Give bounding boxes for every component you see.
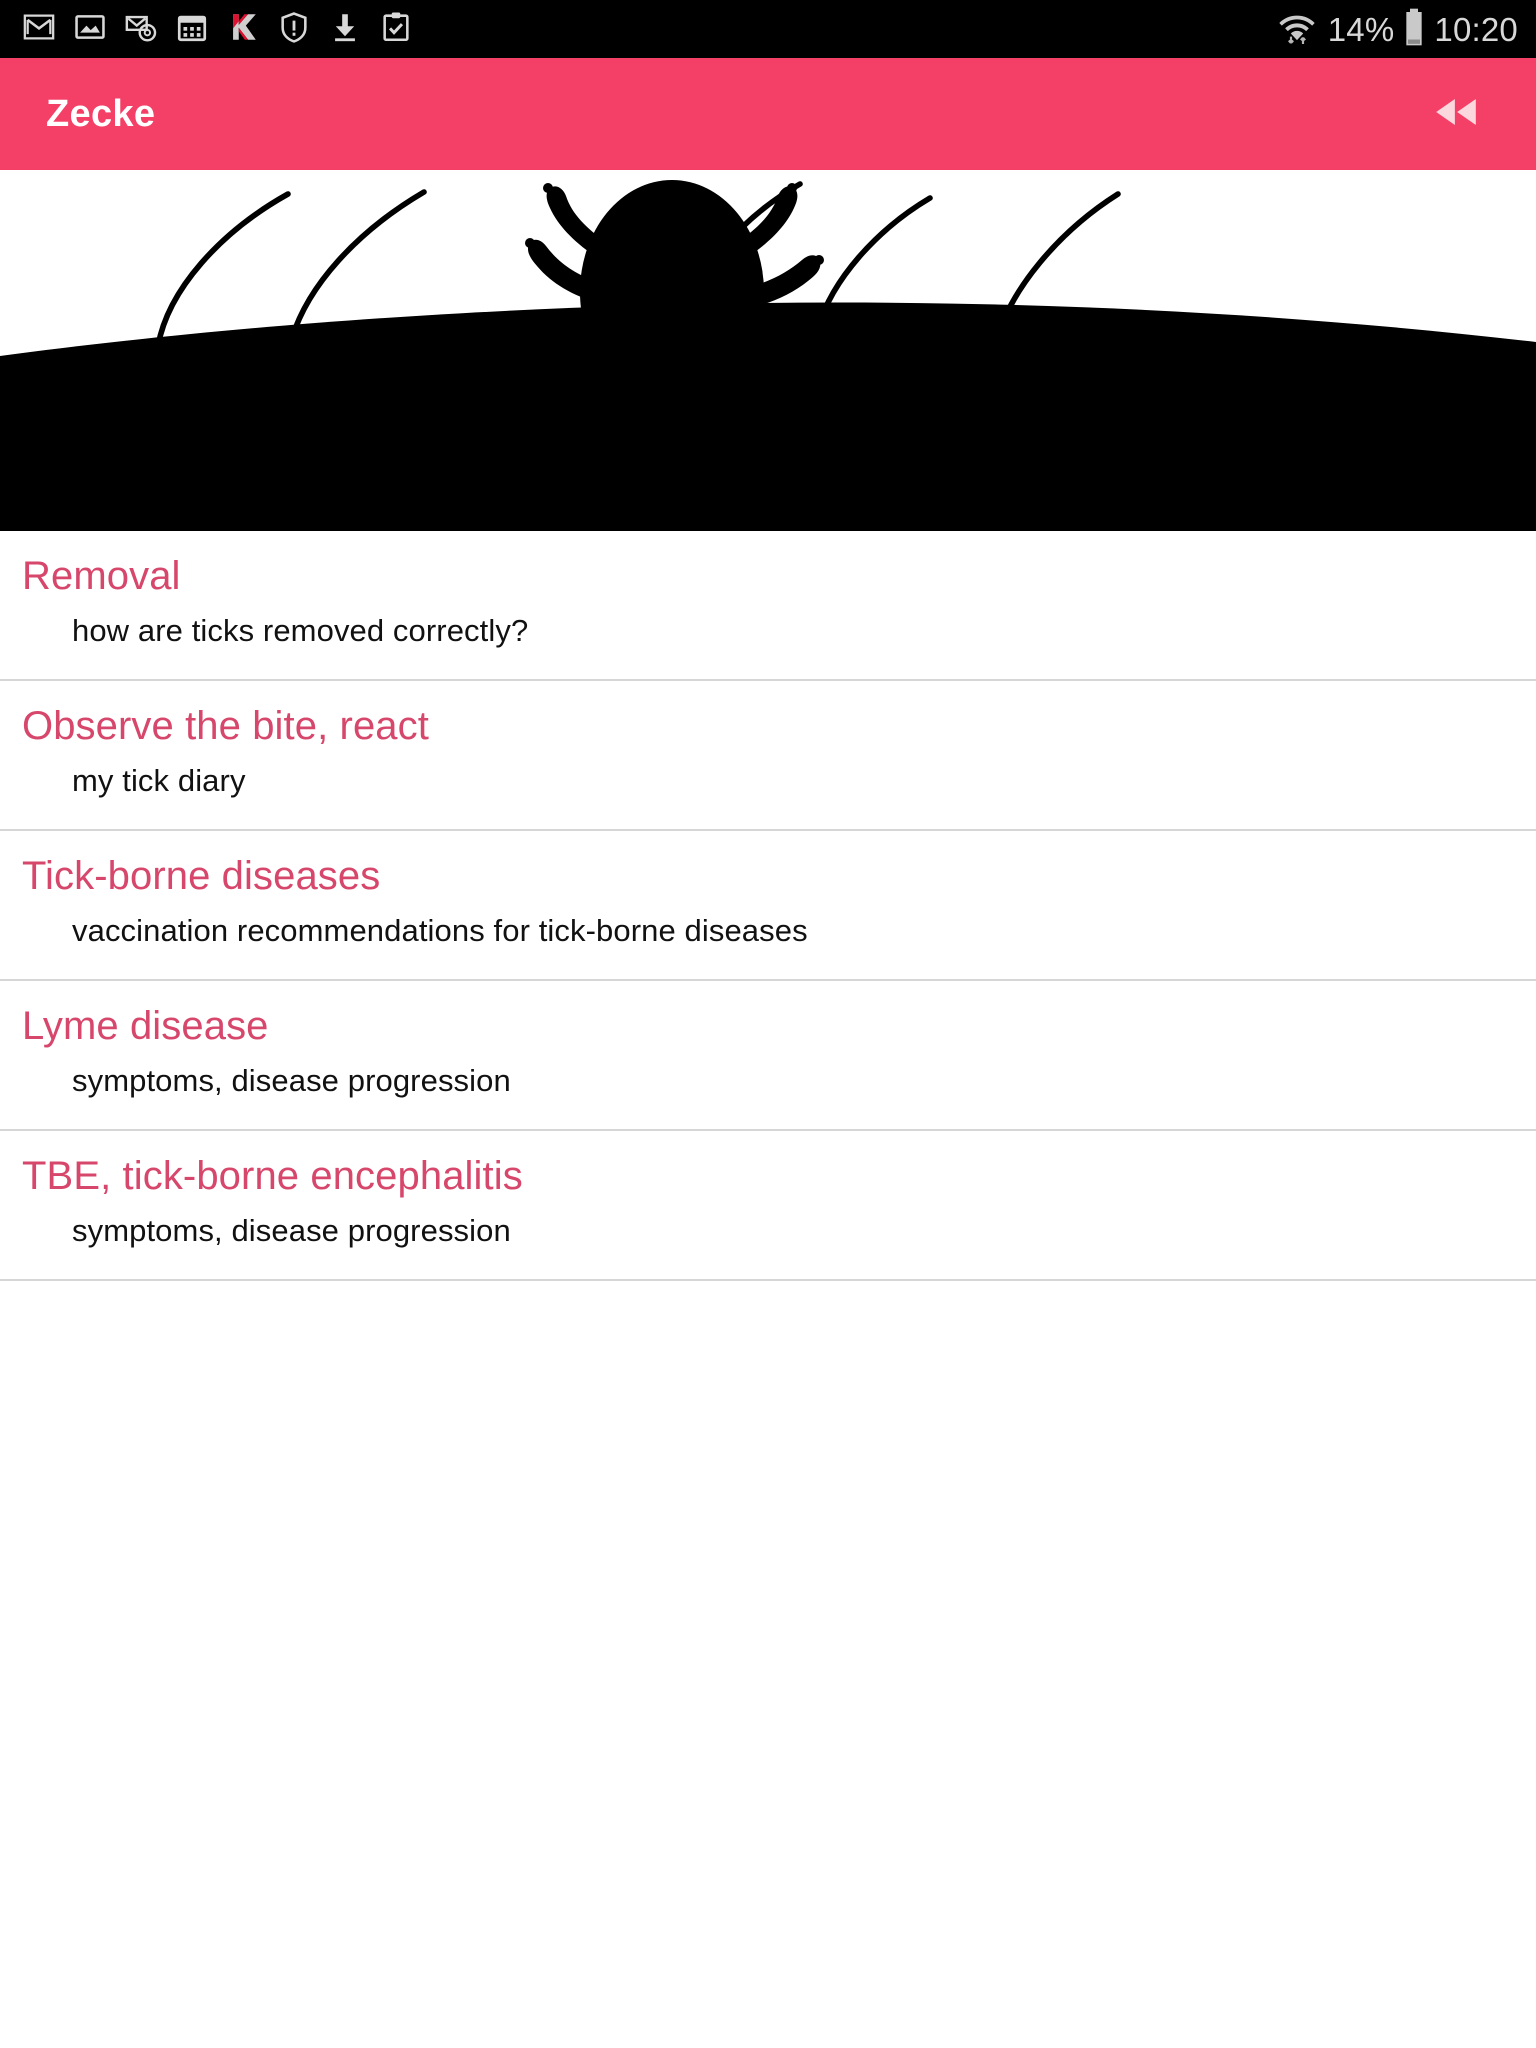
tick-on-skin-illustration	[0, 170, 1536, 531]
clipboard-check-icon	[379, 10, 413, 49]
list-item-subtitle: how are ticks removed correctly?	[72, 613, 529, 649]
list-item-title: Removal	[22, 554, 181, 598]
page-title: Zecke	[46, 93, 156, 135]
list-item-title: TBE, tick-borne encephalitis	[22, 1154, 523, 1198]
status-bar: 14% 10:20	[0, 0, 1536, 58]
topics-list: Removal how are ticks removed correctly?…	[0, 531, 1536, 1281]
rewind-icon	[1429, 85, 1483, 144]
rewind-button[interactable]	[1416, 74, 1496, 154]
status-bar-notification-icons	[22, 10, 1277, 49]
list-item-subtitle: symptoms, disease progression	[72, 1063, 511, 1099]
email-at-icon	[124, 10, 158, 49]
app-screen: 14% 10:20 Zecke Removal how are ticks re…	[0, 0, 1536, 2048]
gallery-icon	[73, 10, 107, 49]
list-item[interactable]: Lyme disease symptoms, disease progressi…	[0, 981, 1536, 1131]
kaspersky-icon	[226, 10, 260, 49]
calendar-icon	[175, 10, 209, 49]
list-item-title: Tick-borne diseases	[22, 854, 381, 898]
list-item[interactable]: TBE, tick-borne encephalitis symptoms, d…	[0, 1131, 1536, 1281]
download-icon	[328, 10, 362, 49]
list-item-subtitle: symptoms, disease progression	[72, 1213, 511, 1249]
list-item[interactable]: Observe the bite, react my tick diary	[0, 681, 1536, 831]
clock-label: 10:20	[1434, 10, 1518, 48]
shield-alert-icon	[277, 10, 311, 49]
battery-icon	[1403, 7, 1425, 52]
list-item-subtitle: my tick diary	[72, 763, 246, 799]
list-item-title: Observe the bite, react	[22, 704, 429, 748]
list-item-subtitle: vaccination recommendations for tick-bor…	[72, 913, 808, 949]
gmail-icon	[22, 10, 56, 49]
list-item[interactable]: Tick-borne diseases vaccination recommen…	[0, 831, 1536, 981]
wifi-icon	[1277, 7, 1317, 52]
battery-percent-label: 14%	[1327, 10, 1395, 48]
list-item[interactable]: Removal how are ticks removed correctly?	[0, 531, 1536, 681]
list-item-title: Lyme disease	[22, 1004, 269, 1048]
status-bar-system-icons: 14% 10:20	[1277, 7, 1518, 52]
app-bar: Zecke	[0, 58, 1536, 170]
